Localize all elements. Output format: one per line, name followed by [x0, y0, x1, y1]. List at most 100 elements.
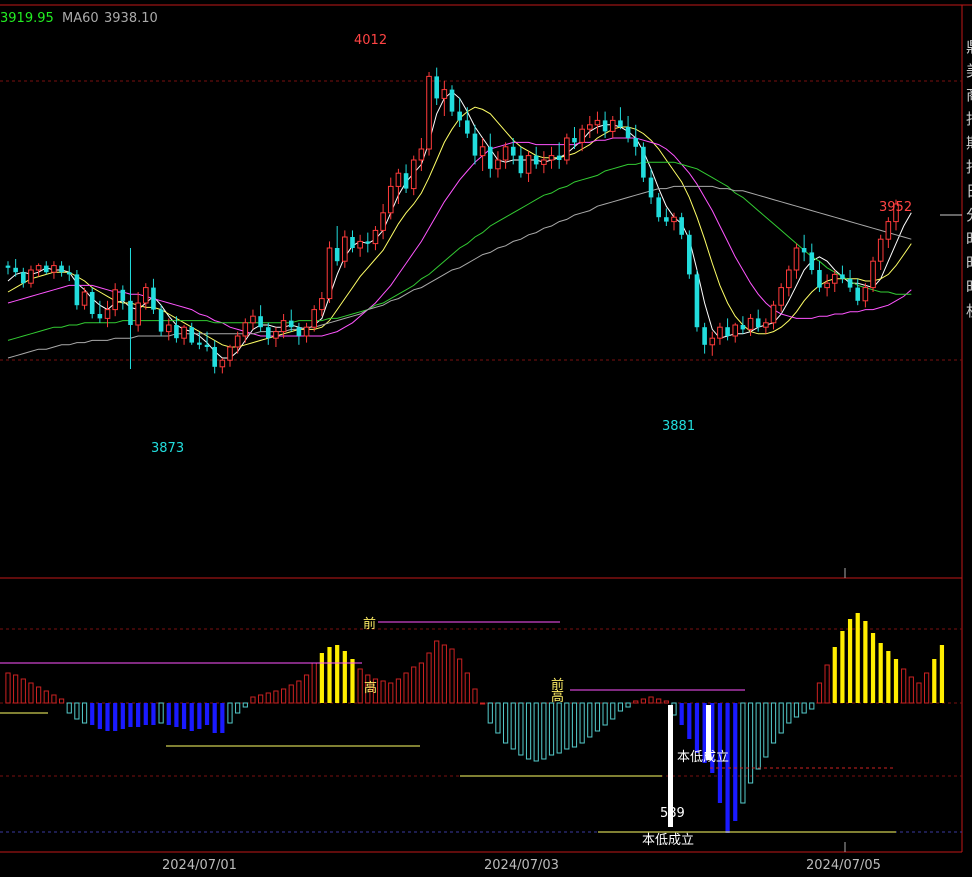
candle	[311, 305, 318, 332]
candle-body	[165, 324, 172, 333]
candle-body	[403, 173, 409, 189]
oscillator-bar	[128, 703, 133, 727]
oscillator-bar	[212, 703, 217, 733]
candle-body	[342, 236, 348, 262]
candle-body	[465, 120, 470, 134]
oscillator-bar	[840, 631, 845, 703]
candle-body	[441, 89, 448, 99]
candle-body	[5, 265, 11, 268]
candle-body	[525, 155, 532, 174]
oscillator-bar	[733, 703, 738, 821]
candle-body	[618, 120, 623, 127]
oscillator-bar	[327, 647, 332, 703]
candle-body	[457, 111, 462, 121]
candle-body	[533, 155, 539, 165]
candle-body	[280, 320, 287, 333]
candle-body	[725, 327, 730, 336]
candle-body	[824, 282, 830, 289]
candle-body	[472, 133, 478, 156]
oscillator-bar	[181, 703, 187, 729]
candle-body	[51, 265, 57, 273]
candle	[564, 133, 570, 165]
oscillator-bar	[97, 703, 102, 729]
candle-body	[862, 287, 869, 302]
candle-body	[786, 269, 792, 289]
oscillator-bar	[480, 702, 486, 705]
candle-body	[763, 322, 769, 328]
candle-body	[664, 217, 669, 222]
candle-body	[633, 138, 639, 147]
candle-body	[579, 128, 585, 143]
candle-body	[372, 229, 379, 245]
candle-body	[687, 234, 692, 275]
candle-body	[564, 137, 570, 161]
candle-body	[227, 346, 233, 361]
oscillator-bar	[687, 703, 692, 739]
candle-body	[840, 274, 845, 279]
ma-prev-value: 3919.95	[0, 11, 54, 26]
candle-body	[181, 326, 187, 339]
candle-body	[158, 309, 164, 332]
oscillator-bar	[166, 703, 171, 725]
candle-body	[847, 278, 853, 288]
candle-body	[487, 146, 493, 169]
oscillator-bar	[679, 703, 684, 725]
oscillator-bar	[893, 659, 899, 703]
candle-body	[671, 216, 677, 223]
value-589-label: 589	[660, 806, 685, 821]
candle-body	[502, 146, 509, 161]
candle-body	[28, 269, 34, 284]
oscillator-bar	[932, 659, 937, 703]
candle-body	[755, 318, 761, 328]
candle-body	[885, 221, 892, 240]
candle-body	[770, 304, 777, 324]
oscillator-bar	[350, 659, 355, 703]
oscillator-bar	[197, 703, 202, 729]
candle-body	[59, 265, 64, 273]
side-char: 美	[966, 62, 972, 80]
candle-body	[303, 326, 310, 337]
candle-body	[740, 325, 746, 330]
last-3952-label: 3952	[879, 200, 912, 215]
candle-body	[586, 124, 593, 130]
oscillator-bar	[870, 633, 876, 703]
date-label-0701: 2024/07/01	[162, 858, 237, 873]
oscillator-bar	[319, 653, 324, 703]
candle-body	[81, 291, 88, 306]
candle-body	[258, 316, 263, 328]
side-char: 时	[966, 278, 972, 296]
date-label-0705: 2024/07/05	[806, 858, 881, 873]
candle-body	[357, 240, 363, 249]
candle-body	[510, 146, 516, 156]
candle-body	[265, 327, 271, 339]
ma60-label: MA60	[62, 11, 99, 26]
candle-body	[602, 120, 608, 132]
candle	[426, 72, 432, 156]
oscillator-bar	[832, 647, 837, 703]
candle-body	[365, 241, 371, 244]
candle-body	[234, 335, 241, 348]
candle-body	[793, 247, 800, 271]
futures-kline-chart[interactable]: 3919.95 MA60 3938.10 鼎美商指期指日分时时时机 4012 3…	[0, 0, 972, 877]
oscillator-bar	[847, 619, 853, 703]
low-3881-label: 3881	[662, 419, 695, 434]
candle-body	[395, 172, 402, 187]
candle-body	[709, 337, 716, 346]
candle-body	[801, 248, 807, 253]
candle-body	[319, 298, 325, 311]
candle-body	[518, 155, 524, 174]
candle-body	[495, 159, 501, 170]
candle-body	[418, 148, 425, 161]
candle	[449, 85, 455, 116]
candle-body	[747, 317, 754, 330]
oscillator-bar	[174, 703, 179, 727]
candle	[89, 287, 95, 319]
candle-body	[410, 159, 417, 190]
candle	[326, 241, 333, 303]
candle-body	[648, 177, 654, 198]
low-3873-label: 3873	[151, 441, 184, 456]
candle	[870, 256, 876, 292]
candle-body	[242, 322, 249, 337]
side-char: 时	[966, 230, 972, 248]
oscillator-bar	[855, 613, 860, 703]
